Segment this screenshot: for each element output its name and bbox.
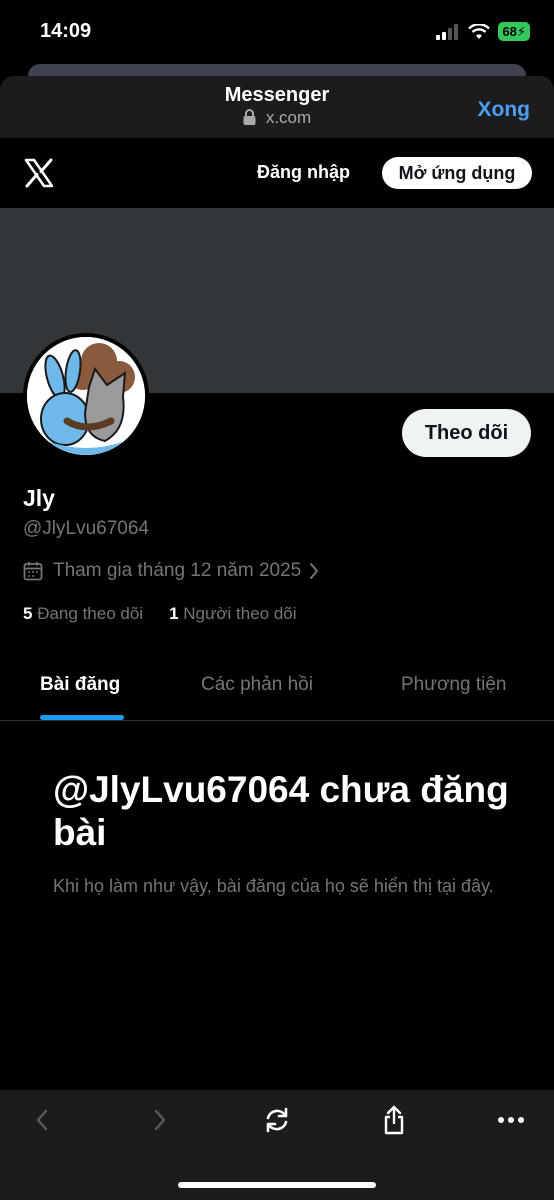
charging-icon: ⚡ [516, 24, 526, 39]
back-icon [36, 1109, 48, 1131]
profile-tabs: Bài đăng Các phản hồi Phương tiện [0, 650, 554, 721]
browser-header: Messenger x.com Xong [0, 76, 554, 138]
share-button[interactable] [378, 1104, 410, 1136]
following-label: Đang theo dõi [37, 604, 144, 623]
reload-icon [266, 1107, 288, 1133]
wifi-icon [468, 23, 491, 39]
cellular-signal-icon [436, 23, 459, 40]
x-logo-icon[interactable] [24, 158, 54, 188]
lock-icon [243, 109, 256, 125]
forward-button[interactable] [144, 1104, 176, 1136]
active-tab-indicator [40, 715, 124, 720]
avatar-illustration [27, 337, 145, 455]
status-time: 14:09 [40, 20, 92, 42]
open-app-button[interactable]: Mở ứng dụng [382, 157, 532, 189]
status-bar: 14:09 68⚡ [0, 0, 554, 64]
more-button[interactable] [495, 1104, 527, 1136]
tab-replies[interactable]: Các phản hồi [201, 674, 313, 696]
x-header: Đăng nhập Mở ứng dụng [0, 138, 554, 208]
browser-title: Messenger [224, 84, 330, 106]
url-text: x.com [265, 108, 312, 127]
back-button[interactable] [26, 1104, 58, 1136]
forward-icon [154, 1109, 166, 1131]
join-date-text: Tham gia tháng 12 năm 2025 [53, 560, 302, 581]
display-name: Jly [23, 485, 55, 511]
browser-url[interactable]: x.com [0, 108, 554, 128]
reload-button[interactable] [261, 1104, 293, 1136]
tab-posts[interactable]: Bài đăng [40, 674, 120, 696]
login-link[interactable]: Đăng nhập [257, 162, 350, 183]
following-count: 5 [23, 604, 33, 623]
more-icon [498, 1117, 524, 1123]
home-indicator[interactable] [178, 1182, 376, 1188]
followers-label: Người theo dõi [183, 604, 297, 623]
avatar[interactable] [23, 333, 149, 459]
follow-button[interactable]: Theo dõi [402, 409, 531, 457]
following-stat[interactable]: 5 Đang theo dõi [23, 604, 143, 624]
done-button[interactable]: Xong [478, 98, 531, 122]
calendar-icon [23, 562, 43, 581]
share-icon [384, 1105, 404, 1135]
profile-handle: @JlyLvu67064 [23, 518, 149, 539]
followers-count: 1 [169, 604, 179, 623]
tab-media[interactable]: Phương tiện [401, 674, 506, 696]
join-date-row[interactable]: Tham gia tháng 12 năm 2025 [23, 560, 319, 582]
battery-indicator: 68⚡ [498, 22, 530, 41]
battery-level: 68 [502, 24, 517, 39]
follow-stats: 5 Đang theo dõi 1 Người theo dõi [23, 604, 297, 624]
status-icons: 68⚡ [436, 22, 530, 41]
followers-stat[interactable]: 1 Người theo dõi [169, 604, 296, 624]
empty-state-title: @JlyLvu67064 chưa đăng bài [53, 769, 509, 853]
chevron-right-icon [310, 563, 319, 579]
empty-state-subtitle: Khi họ làm như vậy, bài đăng của họ sẽ h… [53, 876, 494, 896]
